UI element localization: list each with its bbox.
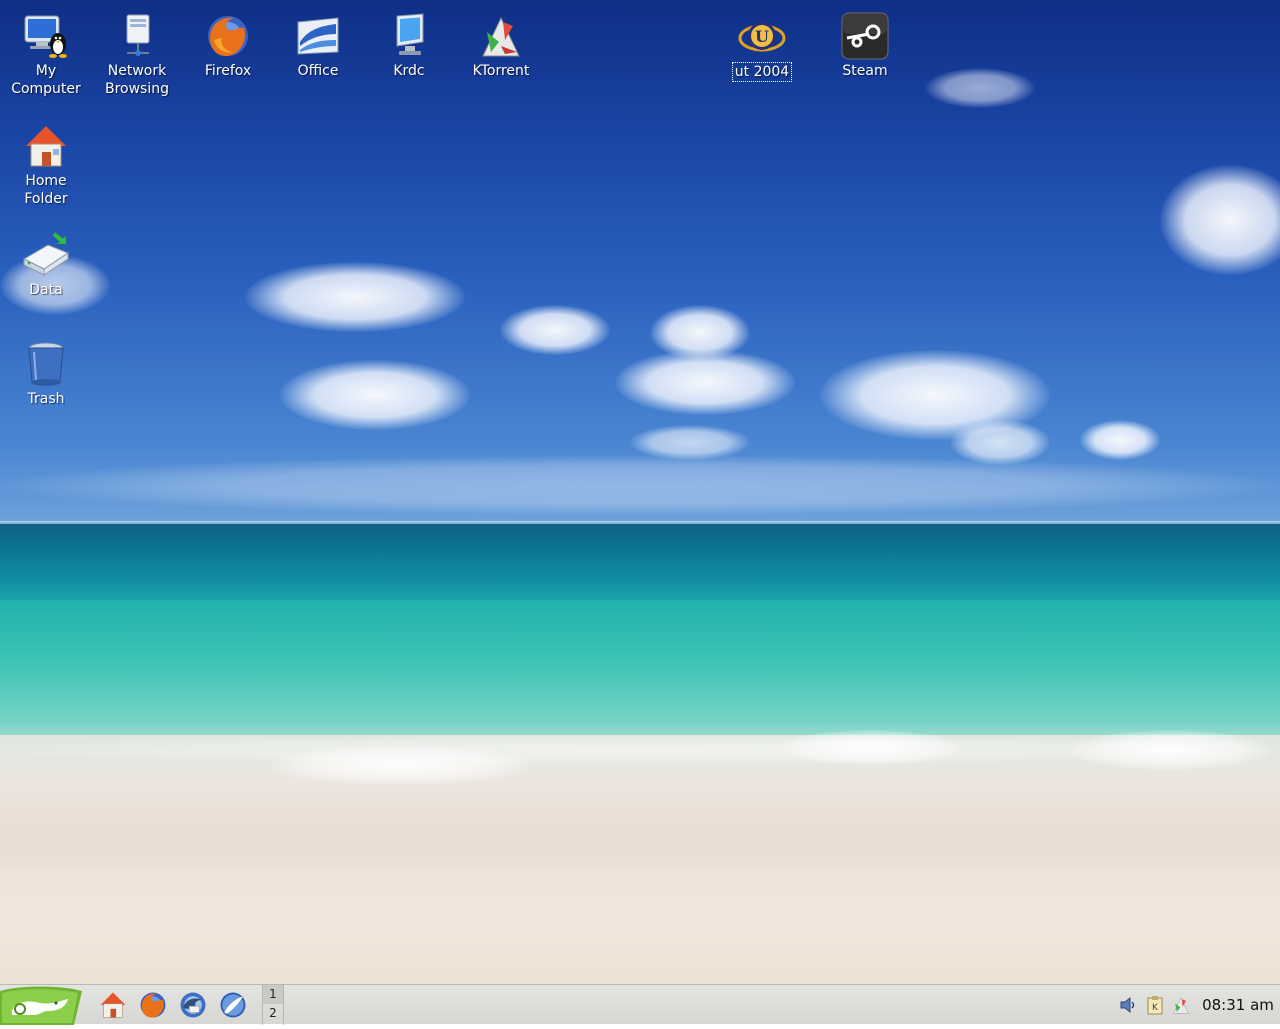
desktop-icon-firefox[interactable]: Firefox: [183, 12, 273, 80]
klipper-icon: K: [1147, 996, 1163, 1015]
steam-icon: [841, 12, 889, 60]
wallpaper-haze: [0, 455, 1280, 515]
ktorrent-icon: [482, 16, 520, 57]
office-icon: [297, 17, 339, 55]
desktop-icon-krdc[interactable]: Krdc: [364, 12, 454, 80]
wallpaper-cloud: [1080, 420, 1160, 460]
wallpaper-sea-far: [0, 522, 1280, 602]
wallpaper-horizon: [0, 521, 1280, 524]
launcher-konqueror[interactable]: [216, 988, 250, 1022]
wallpaper-cloud: [615, 350, 795, 415]
desktop-icon-ktorrent[interactable]: KTorrent: [456, 12, 546, 80]
pager-desktop-1[interactable]: 1: [263, 985, 283, 1004]
tray-klipper[interactable]: K: [1144, 994, 1166, 1016]
desktop-icon-label: Steam: [842, 63, 888, 79]
svg-text:U: U: [755, 27, 769, 46]
launcher-home[interactable]: [96, 988, 130, 1022]
my-computer-icon: [24, 15, 67, 58]
suse-gecko-icon: [0, 986, 82, 1025]
unreal-tournament-icon: U: [738, 22, 786, 52]
desktop-icon-network-browsing[interactable]: Network Browsing: [92, 12, 182, 98]
panel-clock[interactable]: 08:31 am: [1196, 985, 1280, 1025]
remote-desktop-icon: [396, 13, 424, 55]
wallpaper-sand: [0, 870, 1280, 984]
wallpaper-sea-near: [0, 600, 1280, 750]
trash-icon: [28, 342, 64, 386]
network-icon: [126, 14, 150, 56]
desktop-icon-label: Office: [297, 63, 339, 79]
ktorrent-icon: [1173, 997, 1189, 1014]
desktop-icon-label: Home Folder: [24, 173, 68, 207]
desktop-icon-data[interactable]: Data: [1, 231, 91, 299]
desktop-icon-steam[interactable]: Steam: [820, 12, 910, 80]
desktop[interactable]: My Computer Network Browsing Firefox Off…: [0, 0, 1280, 984]
firefox-icon: [208, 16, 248, 56]
desktop-icon-label: Data: [29, 282, 63, 298]
wallpaper-cloud: [925, 68, 1035, 108]
taskbar-panel: 1 2 K 08:31 am: [0, 984, 1280, 1025]
desktop-icon-trash[interactable]: Trash: [1, 340, 91, 408]
launcher-firefox[interactable]: [136, 988, 170, 1022]
desktop-icon-label: Trash: [27, 391, 65, 407]
desktop-icon-office[interactable]: Office: [273, 12, 363, 80]
wallpaper-cloud: [245, 262, 465, 332]
desktop-icon-label: Network Browsing: [104, 63, 169, 97]
home-icon: [100, 992, 126, 1018]
kmenu-button[interactable]: [0, 985, 84, 1025]
home-folder-icon: [26, 126, 66, 167]
desktop-pager[interactable]: 1 2: [262, 985, 284, 1025]
kde-web-browser-icon: [220, 992, 246, 1018]
desktop-icon-ut2004[interactable]: U ut 2004: [717, 12, 807, 82]
thunderbird-icon: [180, 992, 206, 1018]
desktop-icon-label: My Computer: [11, 63, 81, 97]
desktop-icon-label: KTorrent: [472, 63, 530, 79]
wallpaper-cloud: [280, 360, 470, 430]
tray-ktorrent[interactable]: [1170, 994, 1192, 1016]
desktop-icon-label: ut 2004: [731, 62, 793, 82]
firefox-icon: [140, 992, 166, 1018]
desktop-icon-label: Krdc: [393, 63, 425, 79]
system-tray: K: [1118, 992, 1192, 1018]
pager-desktop-2[interactable]: 2: [263, 1004, 283, 1023]
desktop-icon-my-computer[interactable]: My Computer: [1, 12, 91, 98]
volume-icon: [1120, 996, 1135, 1014]
desktop-icon-home-folder[interactable]: Home Folder: [1, 122, 91, 208]
launcher-thunderbird[interactable]: [176, 988, 210, 1022]
wallpaper-cloud: [500, 305, 610, 355]
wallpaper-foam: [0, 735, 1280, 765]
tray-volume[interactable]: [1118, 994, 1140, 1016]
desktop-icon-label: Firefox: [204, 63, 252, 79]
drive-icon: [22, 232, 70, 276]
